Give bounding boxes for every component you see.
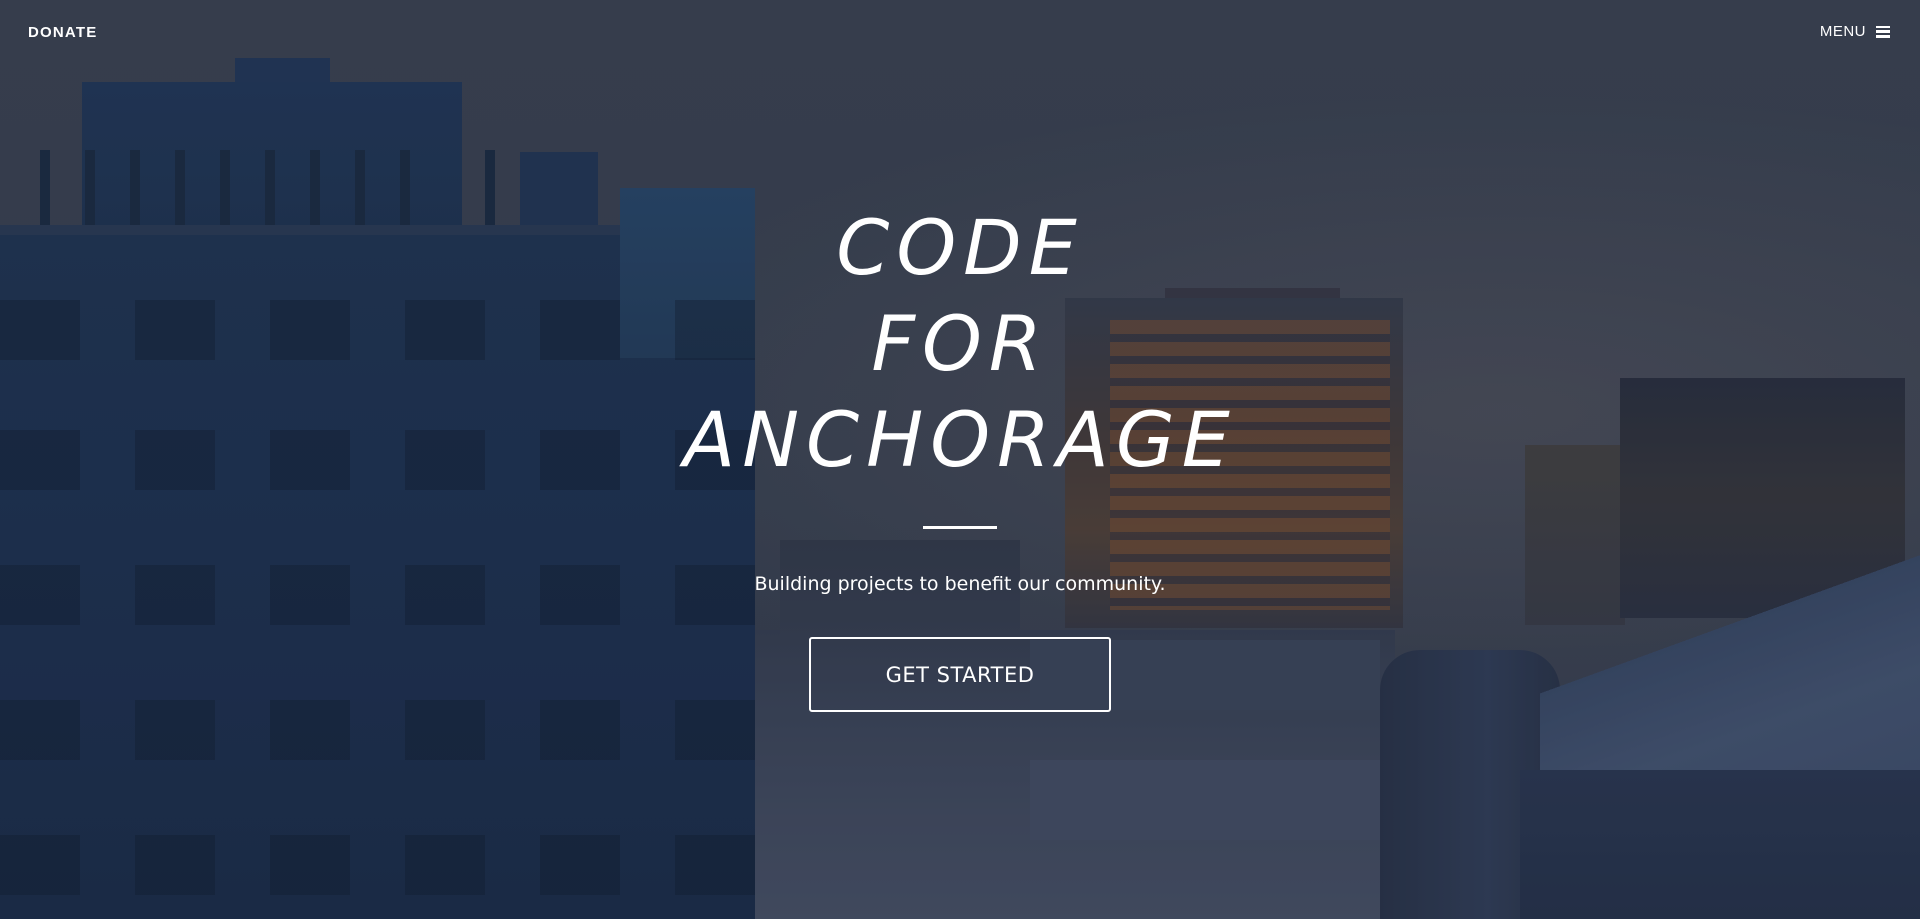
hero-subtitle: Building projects to benefit our communi… (754, 573, 1166, 595)
get-started-button[interactable]: GET STARTED (809, 637, 1111, 712)
hamburger-icon (1876, 25, 1890, 38)
title-divider (923, 526, 997, 529)
donate-link[interactable]: DONATE (28, 24, 97, 41)
hero-content: CODE FOR ANCHORAGE Building projects to … (0, 200, 1920, 712)
title-line-1: CODE (836, 203, 1084, 292)
title-line-2: FOR (871, 299, 1049, 388)
title-line-3: ANCHORAGE (683, 395, 1237, 484)
menu-label: MENU (1819, 23, 1866, 40)
hero-section: DONATE MENU CODE FOR ANCHORAGE Building … (0, 0, 1920, 919)
page-title: CODE FOR ANCHORAGE (683, 200, 1237, 488)
menu-button[interactable]: MENU (1820, 23, 1890, 40)
